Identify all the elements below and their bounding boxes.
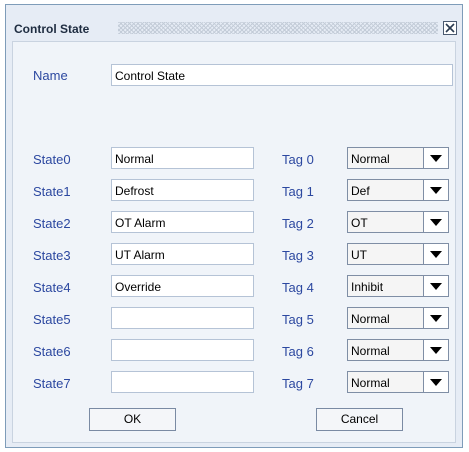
tag5-dropdown-button[interactable] [423, 308, 448, 328]
chevron-down-icon [430, 155, 442, 162]
state0-field[interactable]: Normal [111, 147, 254, 169]
close-button[interactable] [443, 21, 457, 35]
state7-label: State7 [33, 376, 71, 391]
tag0-label: Tag 0 [282, 152, 314, 167]
tag7-value: Normal [351, 376, 390, 390]
state2-label: State2 [33, 216, 71, 231]
state5-label: State5 [33, 312, 71, 327]
tag0-dropdown-button[interactable] [423, 148, 448, 168]
chevron-down-icon [430, 315, 442, 322]
tag2-value: OT [351, 216, 368, 230]
chevron-down-icon [430, 251, 442, 258]
dialog-title: Control State [14, 22, 90, 36]
tag3-value: UT [351, 248, 367, 262]
name-field[interactable]: Control State [111, 64, 453, 86]
tag6-label: Tag 6 [282, 344, 314, 359]
tag0-value: Normal [351, 152, 390, 166]
close-icon [445, 23, 455, 33]
state6-label: State6 [33, 344, 71, 359]
state4-label: State4 [33, 280, 71, 295]
state3-label: State3 [33, 248, 71, 263]
chevron-down-icon [430, 219, 442, 226]
chevron-down-icon [430, 283, 442, 290]
tag2-select[interactable]: OT [347, 211, 449, 233]
tag1-dropdown-button[interactable] [423, 180, 448, 200]
tag7-select[interactable]: Normal [347, 371, 449, 393]
tag5-value: Normal [351, 312, 390, 326]
tag3-label: Tag 3 [282, 248, 314, 263]
tag3-dropdown-button[interactable] [423, 244, 448, 264]
tag4-label: Tag 4 [282, 280, 314, 295]
tag1-label: Tag 1 [282, 184, 314, 199]
control-state-dialog: Control State Name Control State State0 … [5, 4, 463, 448]
state7-field[interactable] [111, 371, 254, 393]
tag6-dropdown-button[interactable] [423, 340, 448, 360]
cancel-button[interactable]: Cancel [316, 408, 403, 431]
ok-button[interactable]: OK [89, 408, 176, 431]
chevron-down-icon [430, 187, 442, 194]
tag3-select[interactable]: UT [347, 243, 449, 265]
tag0-select[interactable]: Normal [347, 147, 449, 169]
tag4-dropdown-button[interactable] [423, 276, 448, 296]
state5-field[interactable] [111, 307, 254, 329]
state2-field[interactable]: OT Alarm [111, 211, 254, 233]
tag4-select[interactable]: Inhibit [347, 275, 449, 297]
tag5-label: Tag 5 [282, 312, 314, 327]
tag5-select[interactable]: Normal [347, 307, 449, 329]
title-bar[interactable]: Control State [6, 5, 462, 41]
tag1-value: Def [351, 184, 370, 198]
tag1-select[interactable]: Def [347, 179, 449, 201]
tag7-label: Tag 7 [282, 376, 314, 391]
name-label: Name [33, 68, 68, 83]
chevron-down-icon [430, 347, 442, 354]
tag7-dropdown-button[interactable] [423, 372, 448, 392]
tag4-value: Inhibit [351, 280, 384, 294]
tag2-dropdown-button[interactable] [423, 212, 448, 232]
state3-field[interactable]: UT Alarm [111, 243, 254, 265]
title-bar-drag-area[interactable] [118, 22, 438, 34]
content-panel: Name Control State State0 Normal Tag 0 N… [12, 41, 456, 443]
state1-field[interactable]: Defrost [111, 179, 254, 201]
state0-label: State0 [33, 152, 71, 167]
tag6-select[interactable]: Normal [347, 339, 449, 361]
state1-label: State1 [33, 184, 71, 199]
state6-field[interactable] [111, 339, 254, 361]
chevron-down-icon [430, 379, 442, 386]
state4-field[interactable]: Override [111, 275, 254, 297]
tag2-label: Tag 2 [282, 216, 314, 231]
tag6-value: Normal [351, 344, 390, 358]
